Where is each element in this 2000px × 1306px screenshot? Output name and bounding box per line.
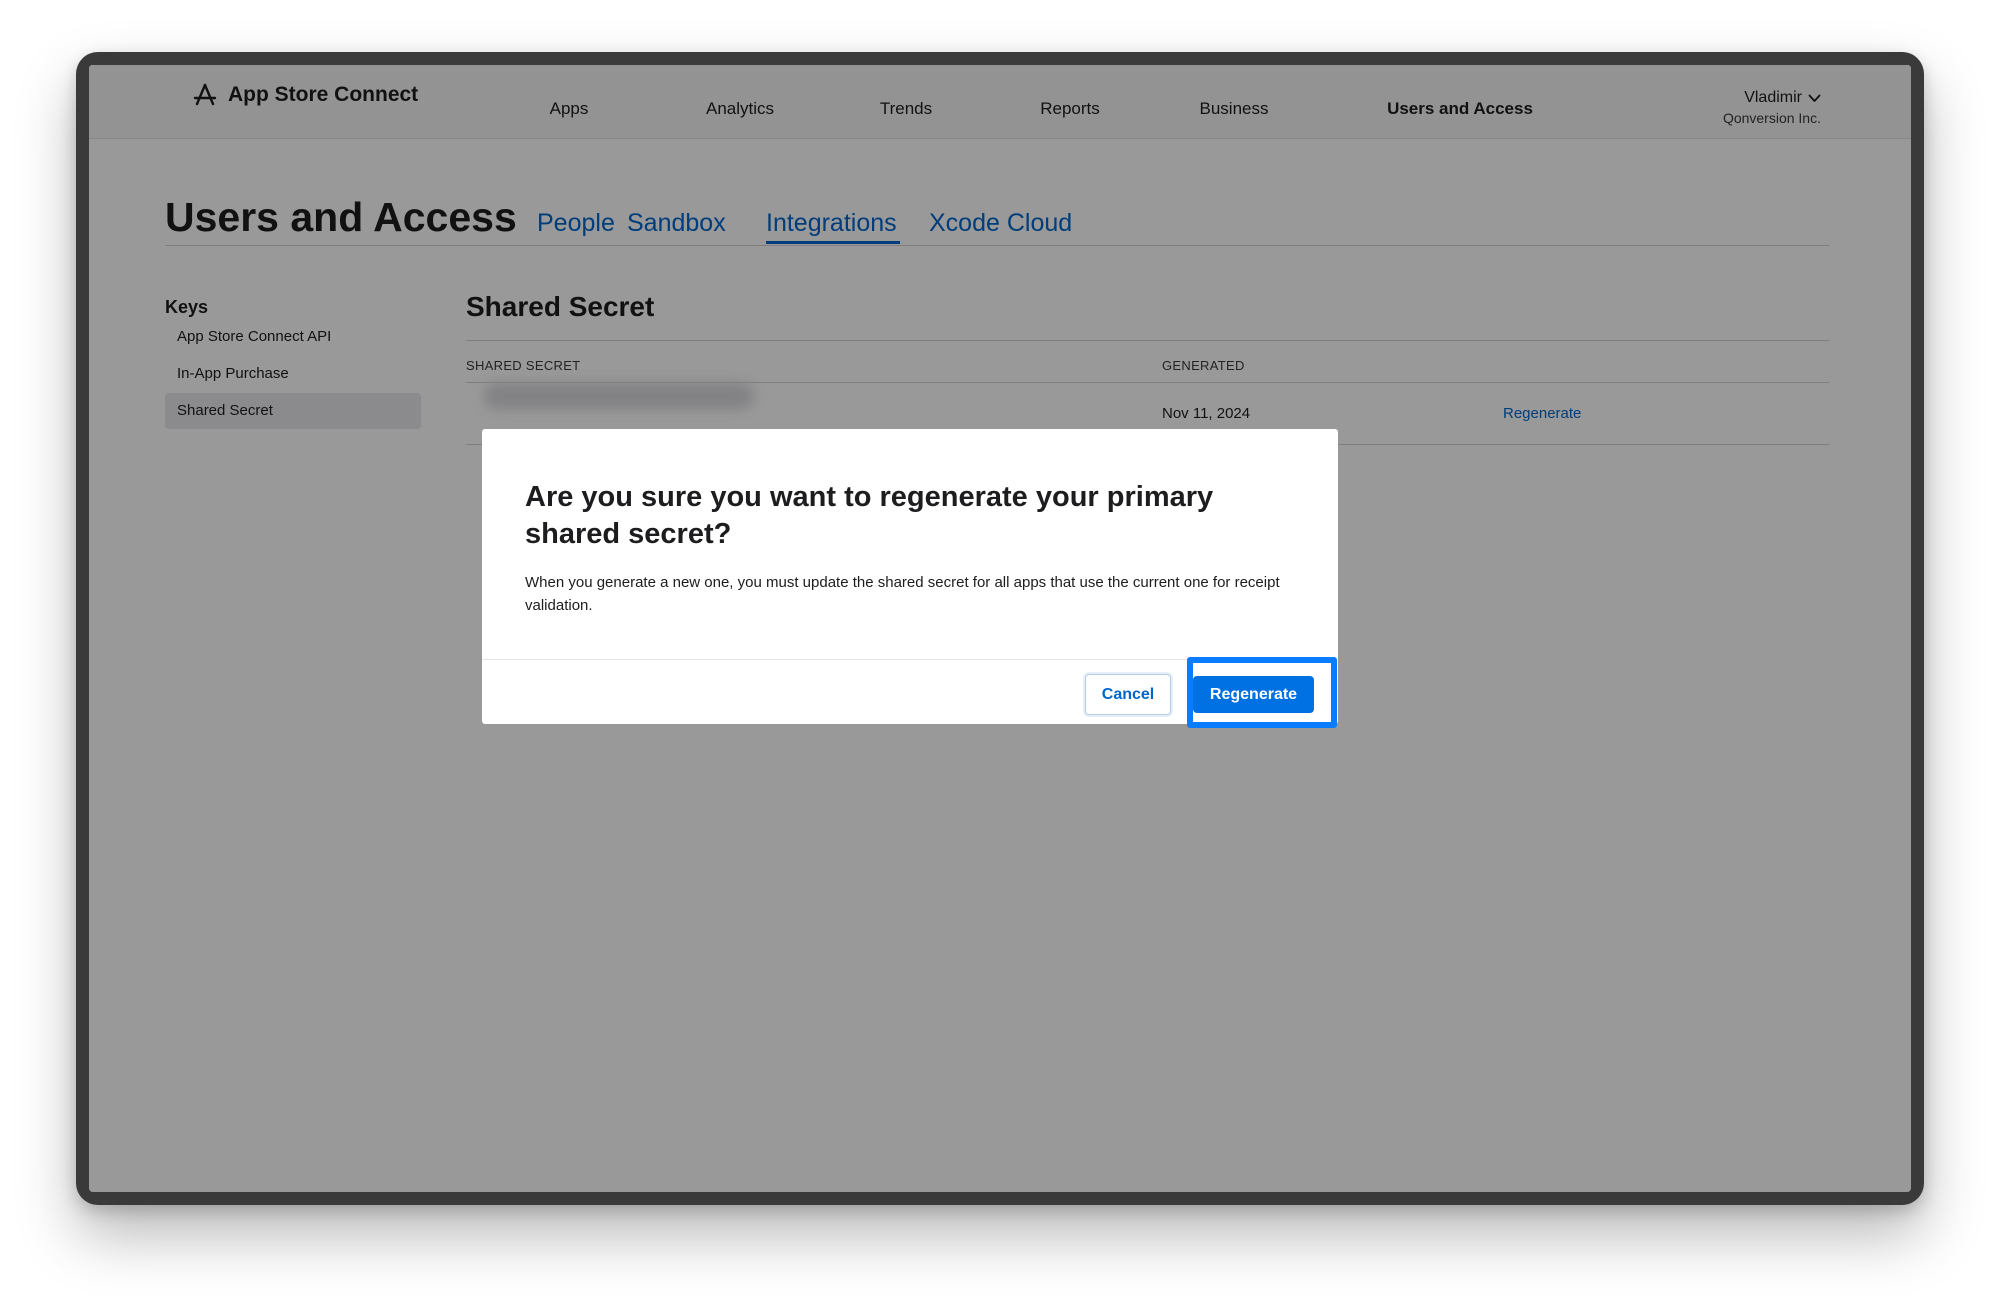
- dialog-title: Are you sure you want to regenerate your…: [525, 481, 1214, 550]
- dialog-message: When you generate a new one, you must up…: [525, 574, 1280, 614]
- highlight-box: [1187, 657, 1337, 728]
- cancel-button[interactable]: Cancel: [1085, 674, 1171, 715]
